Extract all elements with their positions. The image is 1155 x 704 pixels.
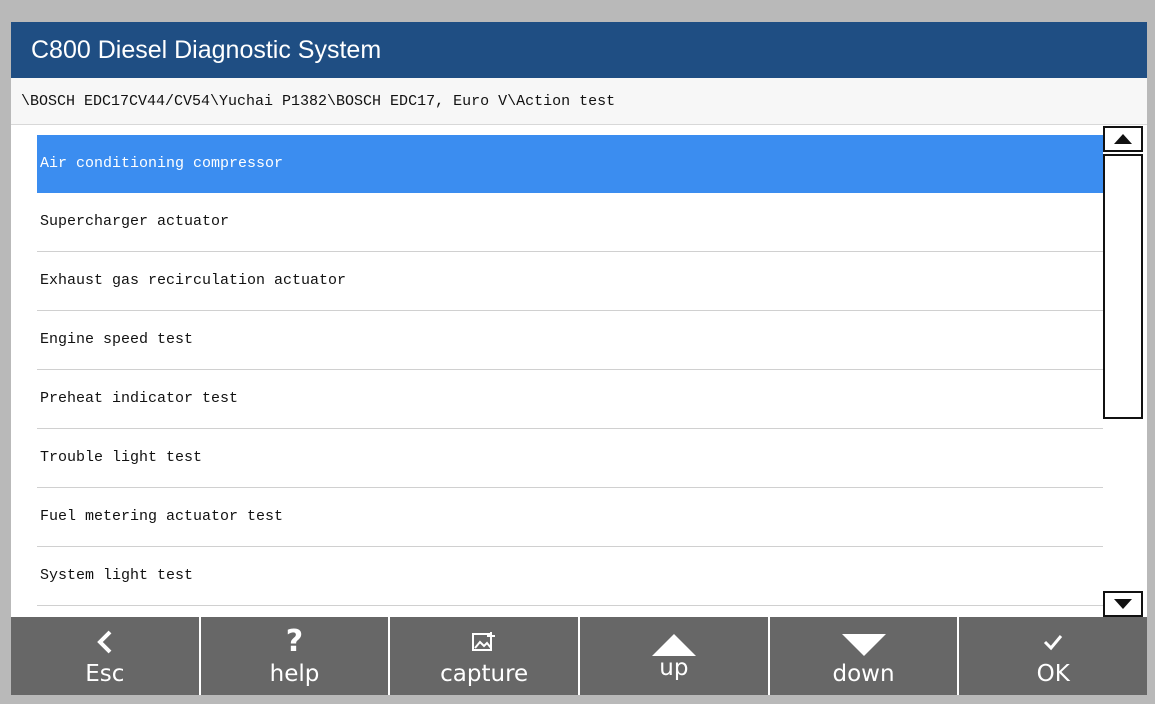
list-item-air-conditioning-compressor[interactable]: Air conditioning compressor: [37, 135, 1103, 193]
list-item-fuel-metering-actuator-test[interactable]: Fuel metering actuator test: [37, 488, 1103, 547]
ok-button[interactable]: OK: [959, 617, 1147, 695]
esc-label: Esc: [85, 661, 125, 687]
triangle-up-icon: [1114, 134, 1132, 144]
ok-label: OK: [1036, 661, 1070, 687]
list-item-trouble-light-test[interactable]: Trouble light test: [37, 429, 1103, 488]
scroll-down-button[interactable]: [1103, 591, 1143, 617]
list-item-preheat-indicator-test[interactable]: Preheat indicator test: [37, 370, 1103, 429]
action-test-list: Air conditioning compressor Supercharger…: [37, 135, 1103, 616]
list-item-engine-speed-test[interactable]: Engine speed test: [37, 311, 1103, 370]
capture-icon: [390, 627, 578, 657]
app-title: C800 Diesel Diagnostic System: [11, 22, 1147, 78]
capture-label: capture: [440, 661, 529, 687]
list-item-system-light-test[interactable]: System light test: [37, 547, 1103, 606]
esc-button[interactable]: Esc: [11, 617, 201, 695]
app-window: C800 Diesel Diagnostic System \BOSCH EDC…: [11, 22, 1147, 695]
triangle-down-icon: [841, 634, 886, 656]
list-scrollbar[interactable]: [1103, 126, 1145, 617]
list-item-supercharger-actuator[interactable]: Supercharger actuator: [37, 193, 1103, 252]
help-button[interactable]: ? help: [201, 617, 391, 695]
scroll-thumb[interactable]: [1103, 154, 1143, 419]
scroll-up-button[interactable]: [1103, 126, 1143, 152]
capture-button[interactable]: capture: [390, 617, 581, 695]
down-label: down: [832, 661, 895, 687]
down-button[interactable]: down: [770, 617, 960, 695]
up-label: up: [659, 655, 689, 681]
up-button[interactable]: up: [580, 617, 770, 695]
breadcrumb: \BOSCH EDC17CV44/CV54\Yuchai P1382\BOSCH…: [11, 78, 1147, 125]
triangle-down-icon: [1114, 599, 1132, 609]
help-label: help: [269, 661, 320, 687]
list-item-egr-actuator[interactable]: Exhaust gas recirculation actuator: [37, 252, 1103, 311]
bottom-toolbar: Esc ? help capture up down OK: [11, 617, 1147, 695]
question-icon: ?: [285, 624, 304, 659]
chevron-left-icon: [11, 627, 199, 657]
checkmark-icon: [959, 627, 1147, 657]
